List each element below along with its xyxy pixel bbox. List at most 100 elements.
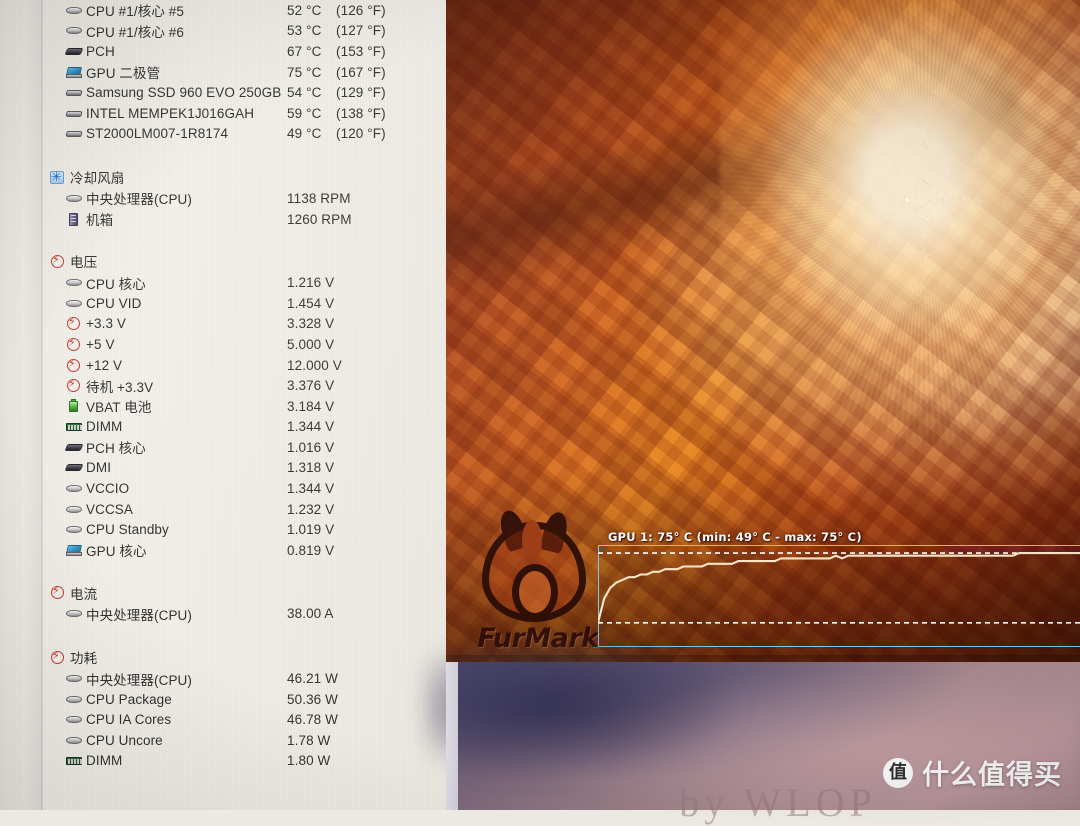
sensor-row[interactable]: INTEL MEMPEK1J016GAH 59 °C (138 °F) [0,103,446,124]
sensor-row[interactable]: PCH 67 °C (153 °F) [0,41,446,62]
sensor-value: 46.78 W [287,712,338,728]
sensor-value: 50.36 W [287,691,338,707]
sensor-row[interactable]: 中央处理器(CPU) 38.00 A [0,604,446,625]
sensor-label: 中央处理器(CPU) [86,607,192,623]
sensor-row[interactable]: +5 V 5.000 V [0,334,446,355]
sensor-row[interactable]: +3.3 V 3.328 V [0,314,446,335]
sensor-group-header[interactable]: 功耗 [0,646,446,668]
case-icon [66,212,83,227]
sensor-row[interactable]: 机箱 1260 RPM [0,209,446,230]
sensor-icon [66,3,83,18]
sensor-row[interactable]: GPU 核心 0.819 V [0,540,446,561]
sensor-label: 中央处理器(CPU) [86,192,192,208]
sensor-row[interactable]: CPU Uncore 1.78 W [0,730,446,751]
sensor-value-fahrenheit: (126 °F) [336,2,386,18]
sensor-label: CPU #1/核心 #6 [86,24,184,40]
sensor-row[interactable]: CPU Package 50.36 W [0,689,446,710]
sensor-group-header[interactable]: 电压 [0,250,446,272]
sensor-rows: CPU #1/核心 #5 52 °C (126 °F) CPU #1/核心 #6 53 … [0,0,446,771]
sensor-label: 电压 [70,255,98,271]
sensor-label: 电流 [70,586,98,602]
gpu-icon [66,543,83,558]
chip-icon [66,44,83,59]
sensor-value: 0.819 V [287,542,335,558]
sensor-value: 75 °C [287,64,322,80]
sensor-icon [66,606,83,621]
sensor-icon [66,275,83,290]
flame-notch [522,520,542,560]
graph-temperature-curve [598,552,1080,624]
smzdm-watermark-text: 什么值得买 [922,760,1062,791]
sensor-row[interactable]: VCCIO 1.344 V [0,478,446,499]
sensor-value: 5.000 V [287,336,335,352]
sensor-icon [66,23,83,38]
sensor-icon [66,502,83,517]
sensor-label: 机箱 [86,213,114,229]
sensor-row[interactable]: CPU VID 1.454 V [0,293,446,314]
hdd-icon [66,126,83,141]
sensor-label: +12 V [86,357,123,373]
sensor-row[interactable]: 中央处理器(CPU) 46.21 W [0,668,446,689]
sensor-label: CPU Package [86,691,172,707]
sensor-row[interactable]: VBAT 电池 3.184 V [0,396,446,417]
sensor-label: 功耗 [70,651,98,667]
sensor-label: GPU 二极管 [86,66,161,82]
sensor-value: 1.016 V [287,439,335,455]
sensor-value: 1.216 V [287,275,335,291]
sensor-value: 1138 RPM [287,190,351,206]
sensor-icon [66,671,83,686]
sensor-label: DIMM [86,419,123,435]
hwinfo-sensor-panel: CPU #1/核心 #5 52 °C (126 °F) CPU #1/核心 #6 53 … [0,0,446,810]
sensor-value: 1.318 V [287,460,335,476]
sensor-row[interactable]: DIMM 1.80 W [0,751,446,772]
sensor-value: 3.328 V [287,316,335,332]
sensor-row[interactable]: VCCSA 1.232 V [0,499,446,520]
chip-icon [66,460,83,475]
sensor-row[interactable]: GPU 二极管 75 °C (167 °F) [0,62,446,83]
sensor-label: 冷却风扇 [70,171,125,187]
sensor-value-fahrenheit: (138 °F) [336,105,386,121]
sensor-label: CPU Uncore [86,732,163,748]
sensor-row[interactable]: CPU 核心 1.216 V [0,272,446,293]
sensor-value: 38.00 A [287,606,334,622]
sensor-icon [66,712,83,727]
sensor-row[interactable]: 中央处理器(CPU) 1138 RPM [0,188,446,209]
sensor-group-header[interactable]: 冷却风扇 [0,166,446,188]
sensor-row[interactable]: CPU #1/核心 #6 53 °C (127 °F) [0,21,446,42]
sensor-value: 1.344 V [287,481,335,497]
sensor-row[interactable]: CPU #1/核心 #5 52 °C (126 °F) [0,0,446,21]
sensor-row[interactable]: ST2000LM007-1R8174 49 °C (120 °F) [0,124,446,145]
sensor-row[interactable]: CPU Standby 1.019 V [0,519,446,540]
sensor-value: 3.184 V [287,398,335,414]
sensor-row[interactable]: 待机 +3.3V 3.376 V [0,375,446,396]
flame-hole [512,564,558,620]
sensor-label: 待机 +3.3V [86,379,154,395]
gpu-icon [66,65,83,80]
sensor-value: 1260 RPM [287,211,352,227]
sensor-icon [66,522,83,537]
sensor-label: CPU 核心 [86,276,146,292]
sensor-value: 54 °C [287,85,322,101]
sensor-icon [66,481,83,496]
sensor-group-header[interactable]: 电流 [0,582,446,604]
sensor-label: DIMM [86,753,123,769]
sensor-label: Samsung SSD 960 EVO 250GB [86,85,282,101]
bolt-icon [66,377,83,393]
wallpaper-dark-mass [426,632,746,782]
smzdm-badge-icon: 值 [883,757,913,788]
sensor-row[interactable]: CPU IA Cores 46.78 W [0,709,446,730]
fan-icon [50,169,67,185]
sensor-value-fahrenheit: (167 °F) [336,64,386,80]
sensor-row[interactable]: Samsung SSD 960 EVO 250GB 54 °C (129 °F) [0,82,446,103]
sensor-label: +3.3 V [86,316,127,332]
sensor-row[interactable]: DIMM 1.344 V [0,417,446,438]
sensor-row[interactable]: DMI 1.318 V [0,458,446,479]
sensor-row[interactable]: PCH 核心 1.016 V [0,437,446,458]
sensor-label: PCH 核心 [86,441,146,457]
battery-icon [66,398,83,414]
sensor-row[interactable]: +12 V 12.000 V [0,355,446,376]
